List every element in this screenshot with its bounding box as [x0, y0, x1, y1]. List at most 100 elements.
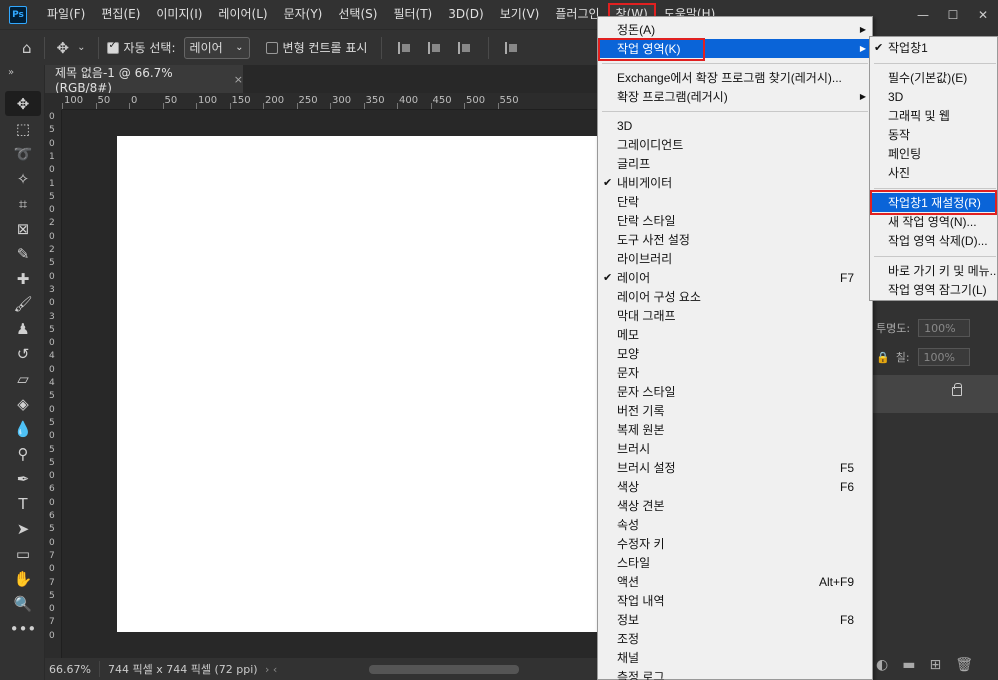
- layer-select-dropdown[interactable]: 레이어 ⌄: [183, 36, 250, 59]
- window-menu-item[interactable]: 색상 견본: [598, 496, 872, 515]
- workspace-submenu-item[interactable]: 3D: [870, 87, 997, 106]
- collapse-icon[interactable]: »: [0, 65, 44, 91]
- crop-tool-icon[interactable]: ⌗: [5, 191, 41, 216]
- window-menu-item[interactable]: 모양: [598, 344, 872, 363]
- adjustment-layer-icon[interactable]: ◐: [876, 657, 888, 673]
- lasso-tool-icon[interactable]: ➰: [5, 141, 41, 166]
- window-menu-item[interactable]: 문자: [598, 363, 872, 382]
- window-menu-item[interactable]: 라이브러리: [598, 249, 872, 268]
- stamp-tool-icon[interactable]: ♟: [5, 316, 41, 341]
- window-menu-item[interactable]: 문자 스타일: [598, 382, 872, 401]
- menu-9[interactable]: 보기(V): [492, 3, 548, 26]
- workspace-submenu-item[interactable]: 동작: [870, 125, 997, 144]
- magic-wand-tool-icon[interactable]: ✧: [5, 166, 41, 191]
- window-menu-item[interactable]: 측정 로그: [598, 667, 872, 680]
- workspace-submenu-item[interactable]: 바로 가기 키 및 메뉴...: [870, 261, 997, 280]
- window-menu-item[interactable]: 단락 스타일: [598, 211, 872, 230]
- paint-bucket-tool-icon[interactable]: ◈: [5, 391, 41, 416]
- layer-row[interactable]: [872, 375, 998, 413]
- rectangle-tool-icon[interactable]: ▭: [5, 541, 41, 566]
- window-menu-item[interactable]: 단락: [598, 192, 872, 211]
- frame-tool-icon[interactable]: ⊠: [5, 216, 41, 241]
- menu-8[interactable]: 3D(D): [440, 3, 491, 26]
- close-tab-icon[interactable]: ×: [234, 73, 243, 86]
- window-menu-item[interactable]: 조정: [598, 629, 872, 648]
- close-button[interactable]: ✕: [968, 8, 998, 22]
- window-menu-item[interactable]: 속성: [598, 515, 872, 534]
- window-menu-item[interactable]: 작업 내역: [598, 591, 872, 610]
- menu-4[interactable]: 레이어(L): [210, 3, 275, 26]
- align-top-icon[interactable]: [505, 41, 519, 54]
- trash-icon[interactable]: 🗑: [955, 657, 973, 673]
- brush-tool-icon[interactable]: 🖌: [5, 291, 41, 316]
- fill-input[interactable]: 100%: [917, 348, 970, 366]
- menu-5[interactable]: 문자(Y): [276, 3, 331, 26]
- window-menu-item[interactable]: 정돈(A) ▶: [598, 20, 872, 39]
- lock-icon[interactable]: 🔒: [876, 351, 890, 364]
- window-menu-item[interactable]: 메모: [598, 325, 872, 344]
- workspace-submenu-item[interactable]: 페인팅: [870, 144, 997, 163]
- window-menu-item[interactable]: 도구 사전 설정: [598, 230, 872, 249]
- eyedropper-tool-icon[interactable]: ✎: [5, 241, 41, 266]
- chevron-down-icon[interactable]: ⌄: [77, 42, 85, 53]
- document-canvas[interactable]: [117, 136, 597, 632]
- pen-tool-icon[interactable]: ✒: [5, 466, 41, 491]
- menu-6[interactable]: 선택(S): [330, 3, 385, 26]
- window-menu-item[interactable]: 브러시: [598, 439, 872, 458]
- window-menu-item[interactable]: 그레이디언트: [598, 135, 872, 154]
- workspace-submenu-item[interactable]: 새 작업 영역(N)...: [870, 212, 997, 231]
- align-left-icon[interactable]: [398, 41, 412, 54]
- maximize-button[interactable]: ☐: [938, 8, 968, 22]
- window-menu-item[interactable]: 막대 그래프: [598, 306, 872, 325]
- workspace-submenu-item[interactable]: 작업 영역 삭제(D)...: [870, 231, 997, 250]
- workspace-submenu-item[interactable]: ✔ 작업창1: [870, 38, 997, 57]
- workspace-submenu-item[interactable]: 그래픽 및 웹: [870, 106, 997, 125]
- window-menu-item[interactable]: 레이어 구성 요소: [598, 287, 872, 306]
- window-menu-item[interactable]: 글리프: [598, 154, 872, 173]
- menu-1[interactable]: 파일(F): [39, 3, 93, 26]
- window-menu-item[interactable]: ✔ 레이어 F7: [598, 268, 872, 287]
- move-tool-icon[interactable]: ✥: [57, 39, 70, 57]
- workspace-submenu-item[interactable]: 필수(기본값)(E): [870, 68, 997, 87]
- path-selection-tool-icon[interactable]: ➤: [5, 516, 41, 541]
- window-menu-item[interactable]: 정보 F8: [598, 610, 872, 629]
- window-menu-item[interactable]: 색상 F6: [598, 477, 872, 496]
- opacity-input[interactable]: 100%: [918, 319, 971, 337]
- window-menu-item[interactable]: Exchange에서 확장 프로그램 찾기(레거시)...: [598, 68, 872, 87]
- window-menu-item[interactable]: 스타일: [598, 553, 872, 572]
- align-center-icon[interactable]: [428, 41, 442, 54]
- window-menu-item[interactable]: 복제 원본: [598, 420, 872, 439]
- auto-select-checkbox[interactable]: [106, 40, 119, 54]
- type-tool-icon[interactable]: T: [5, 491, 41, 516]
- blur-tool-icon[interactable]: 💧: [5, 416, 41, 441]
- canvas-area[interactable]: [62, 110, 597, 658]
- zoom-level[interactable]: 66.67%: [45, 663, 99, 676]
- dodge-tool-icon[interactable]: ⚲: [5, 441, 41, 466]
- window-menu-item[interactable]: 수정자 키: [598, 534, 872, 553]
- window-menu-item[interactable]: ✔ 내비게이터: [598, 173, 872, 192]
- window-menu-item[interactable]: 액션 Alt+F9: [598, 572, 872, 591]
- workspace-submenu-item[interactable]: 작업 영역 잠그기(L): [870, 280, 997, 299]
- menu-2[interactable]: 편집(E): [93, 3, 148, 26]
- transform-controls-checkbox[interactable]: [265, 41, 278, 54]
- menu-7[interactable]: 필터(T): [385, 3, 440, 26]
- hand-tool-icon[interactable]: ✋: [5, 566, 41, 591]
- more-tools-icon[interactable]: •••: [5, 616, 41, 641]
- zoom-tool-icon[interactable]: 🔍: [5, 591, 41, 616]
- align-right-icon[interactable]: [458, 41, 472, 54]
- menu-3[interactable]: 이미지(I): [148, 3, 210, 26]
- workspace-submenu-item[interactable]: 사진: [870, 163, 997, 182]
- minimize-button[interactable]: —: [908, 8, 938, 22]
- horizontal-scrollbar[interactable]: [285, 663, 535, 675]
- transform-controls-option[interactable]: 변형 컨트롤 표시: [265, 39, 367, 56]
- new-layer-icon[interactable]: ⊞: [929, 657, 941, 673]
- marquee-tool-icon[interactable]: ⬚: [5, 116, 41, 141]
- move-tool-icon[interactable]: ✥: [5, 91, 41, 116]
- window-menu-item[interactable]: 채널: [598, 648, 872, 667]
- scrollbar-thumb[interactable]: [369, 665, 519, 674]
- auto-select-option[interactable]: 자동 선택:: [106, 39, 176, 56]
- history-brush-tool-icon[interactable]: ↺: [5, 341, 41, 366]
- window-menu-item[interactable]: 브러시 설정 F5: [598, 458, 872, 477]
- window-menu-item[interactable]: 버전 기록: [598, 401, 872, 420]
- status-arrows-icon[interactable]: › ‹: [265, 663, 285, 676]
